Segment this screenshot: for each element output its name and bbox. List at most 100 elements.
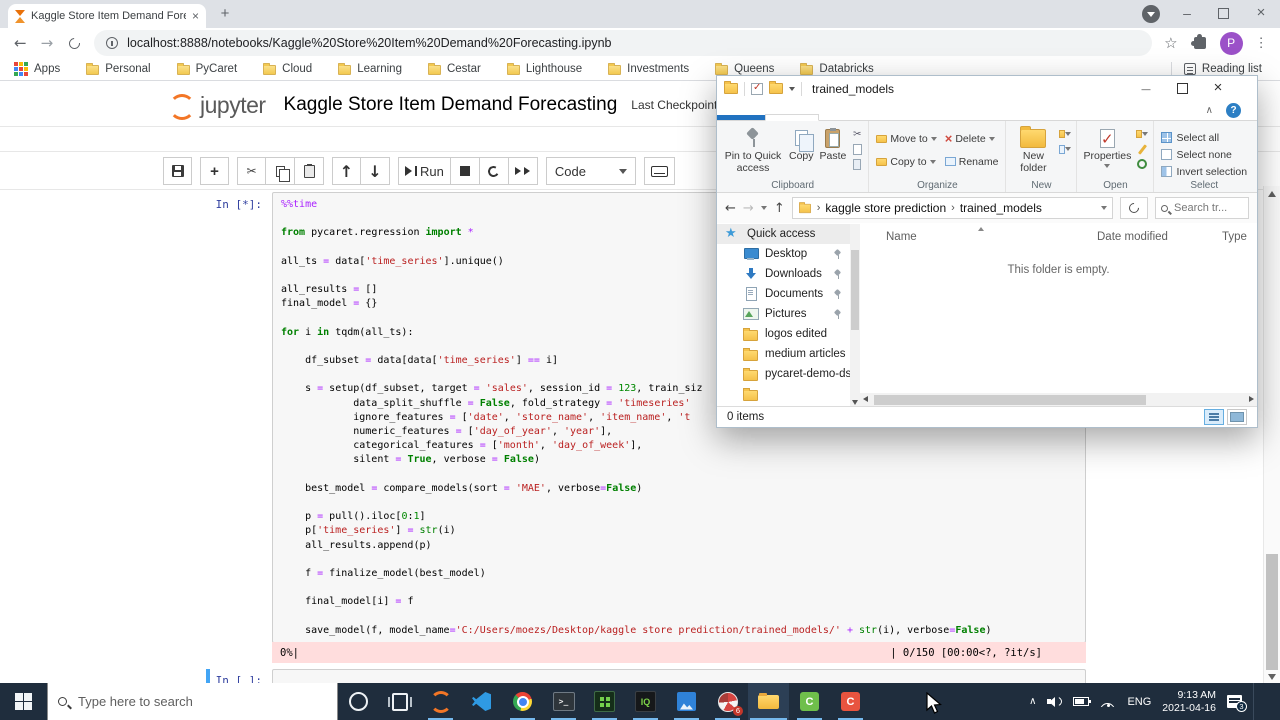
- properties-button[interactable]: Properties: [1080, 124, 1134, 169]
- cell-type-select[interactable]: Code: [545, 157, 636, 185]
- explorer-minimize-button[interactable]: [1128, 76, 1164, 101]
- back-icon[interactable]: [725, 201, 736, 216]
- action-center-icon[interactable]: 3: [1227, 695, 1247, 712]
- new-tab-button[interactable]: [216, 5, 234, 23]
- browser-maximize-button[interactable]: [1208, 0, 1238, 28]
- up-icon[interactable]: [774, 201, 785, 216]
- breadcrumb-part[interactable]: trained_models: [960, 201, 1042, 215]
- ribbon-tab[interactable]: [873, 115, 927, 120]
- bookmark-item[interactable]: Lighthouse: [506, 63, 582, 75]
- forward-icon[interactable]: [743, 201, 754, 216]
- start-button[interactable]: [0, 683, 47, 720]
- new-folder-button[interactable]: New folder: [1009, 124, 1057, 174]
- select-option-button[interactable]: Select all: [1161, 130, 1247, 145]
- extensions-icon[interactable]: [1190, 34, 1206, 49]
- properties-check-icon[interactable]: [751, 82, 763, 95]
- file-list-area[interactable]: Name Date modified Type This folder is e…: [860, 224, 1257, 406]
- sidebar-item[interactable]: Desktop: [717, 244, 850, 264]
- paste-cell-button[interactable]: [295, 157, 324, 185]
- sidebar-item[interactable]: pycaret-demo-dsc: [717, 364, 850, 384]
- select-option-button[interactable]: Select none: [1161, 147, 1247, 162]
- sidebar-scrollbar[interactable]: [850, 224, 860, 406]
- volume-icon[interactable]: [1047, 696, 1063, 708]
- bookmark-item[interactable]: Investments: [608, 63, 689, 75]
- column-type[interactable]: Type: [1222, 231, 1247, 243]
- delete-button[interactable]: Delete: [945, 130, 999, 147]
- collapse-ribbon-icon[interactable]: [1206, 105, 1213, 116]
- copy-button[interactable]: Copy: [786, 124, 817, 162]
- taskbar-app-button[interactable]: [543, 683, 584, 720]
- tab-close-icon[interactable]: [192, 10, 199, 22]
- recent-locations-caret-icon[interactable]: [760, 206, 767, 210]
- browser-menu-icon[interactable]: [1255, 35, 1268, 51]
- cell2-code-input[interactable]: [272, 669, 1086, 683]
- explorer-close-button[interactable]: [1200, 76, 1236, 101]
- bookmark-item[interactable]: Learning: [338, 63, 402, 75]
- save-button[interactable]: [163, 157, 192, 185]
- taskbar-app-button[interactable]: [420, 683, 461, 720]
- sidebar-item[interactable]: Documents: [717, 284, 850, 304]
- column-date-modified[interactable]: Date modified: [1097, 231, 1168, 243]
- sidebar-item[interactable]: Pictures: [717, 304, 850, 324]
- scroll-left-arrow-icon[interactable]: [863, 396, 868, 402]
- scroll-up-arrow-icon[interactable]: [1268, 191, 1276, 197]
- explorer-search-input[interactable]: [1172, 201, 1243, 215]
- run-button[interactable]: Run: [398, 157, 451, 185]
- browser-close-button[interactable]: [1246, 0, 1276, 28]
- taskbar-app-button[interactable]: [379, 683, 420, 720]
- restart-kernel-button[interactable]: [479, 157, 509, 185]
- select-option-button[interactable]: Invert selection: [1161, 164, 1247, 179]
- ribbon-tab[interactable]: [765, 114, 819, 121]
- copy-cell-button[interactable]: [266, 157, 295, 185]
- scroll-down-arrow-icon[interactable]: [1268, 674, 1276, 680]
- command-palette-button[interactable]: [643, 157, 675, 185]
- explorer-titlebar[interactable]: trained_models: [717, 76, 1257, 101]
- copy-to-button[interactable]: Copy to: [876, 153, 936, 170]
- sidebar-item[interactable]: [717, 384, 850, 404]
- refresh-button[interactable]: [1120, 197, 1148, 219]
- taskbar-app-button[interactable]: [584, 683, 625, 720]
- address-bar[interactable]: localhost:8888/notebooks/Kaggle%20Store%…: [94, 30, 1153, 56]
- reading-list-button[interactable]: Reading list: [1183, 63, 1262, 75]
- sidebar-item[interactable]: Downloads: [717, 264, 850, 284]
- rename-button[interactable]: Rename: [944, 153, 998, 170]
- url-text[interactable]: localhost:8888/notebooks/Kaggle%20Store%…: [127, 36, 611, 50]
- pin-to-quick-access-button[interactable]: Pin to Quick access: [720, 124, 786, 174]
- scrollbar-thumb[interactable]: [874, 394, 1146, 405]
- site-info-icon[interactable]: [106, 37, 119, 49]
- sidebar-item[interactable]: logos edited: [717, 324, 850, 344]
- bookmark-star-icon[interactable]: [1164, 34, 1177, 52]
- edit-button[interactable]: [1136, 143, 1148, 155]
- add-cell-button[interactable]: [200, 157, 229, 185]
- large-icons-view-button[interactable]: [1227, 409, 1247, 425]
- taskbar-app-button[interactable]: C: [789, 683, 830, 720]
- easy-access-button[interactable]: [1059, 143, 1072, 155]
- jupyter-logo-icon[interactable]: [166, 90, 196, 120]
- scrollbar-thumb[interactable]: [1266, 554, 1278, 670]
- scrollbar-thumb[interactable]: [851, 250, 859, 330]
- help-icon[interactable]: [1226, 103, 1241, 118]
- bookmark-item[interactable]: Databricks: [800, 63, 874, 75]
- browser-minimize-button[interactable]: [1172, 0, 1202, 28]
- taskbar-app-button[interactable]: [461, 683, 502, 720]
- bookmark-item[interactable]: Queens: [715, 63, 774, 75]
- taskbar-app-button[interactable]: IQ: [625, 683, 666, 720]
- profile-avatar[interactable]: P: [1219, 31, 1243, 55]
- back-icon[interactable]: [14, 34, 27, 52]
- address-dropdown-icon[interactable]: [1101, 206, 1107, 210]
- taskbar-search-box[interactable]: [47, 683, 338, 720]
- restart-run-all-button[interactable]: [508, 157, 538, 185]
- move-cell-down-button[interactable]: [361, 157, 390, 185]
- taskbar-app-button[interactable]: [666, 683, 707, 720]
- forward-icon[interactable]: [41, 34, 54, 52]
- taskbar-search-input[interactable]: [76, 693, 327, 710]
- explorer-search-box[interactable]: [1155, 197, 1249, 219]
- apps-shortcut[interactable]: Apps: [14, 62, 60, 76]
- taskbar-app-button[interactable]: [748, 683, 789, 720]
- taskbar-app-button[interactable]: 6: [707, 683, 748, 720]
- bookmark-item[interactable]: Personal: [86, 63, 151, 75]
- page-scrollbar[interactable]: [1263, 186, 1280, 683]
- scroll-right-arrow-icon[interactable]: [1249, 396, 1254, 402]
- ribbon-tab[interactable]: [717, 115, 765, 120]
- browser-tab[interactable]: Kaggle Store Item Demand Forec: [8, 4, 206, 28]
